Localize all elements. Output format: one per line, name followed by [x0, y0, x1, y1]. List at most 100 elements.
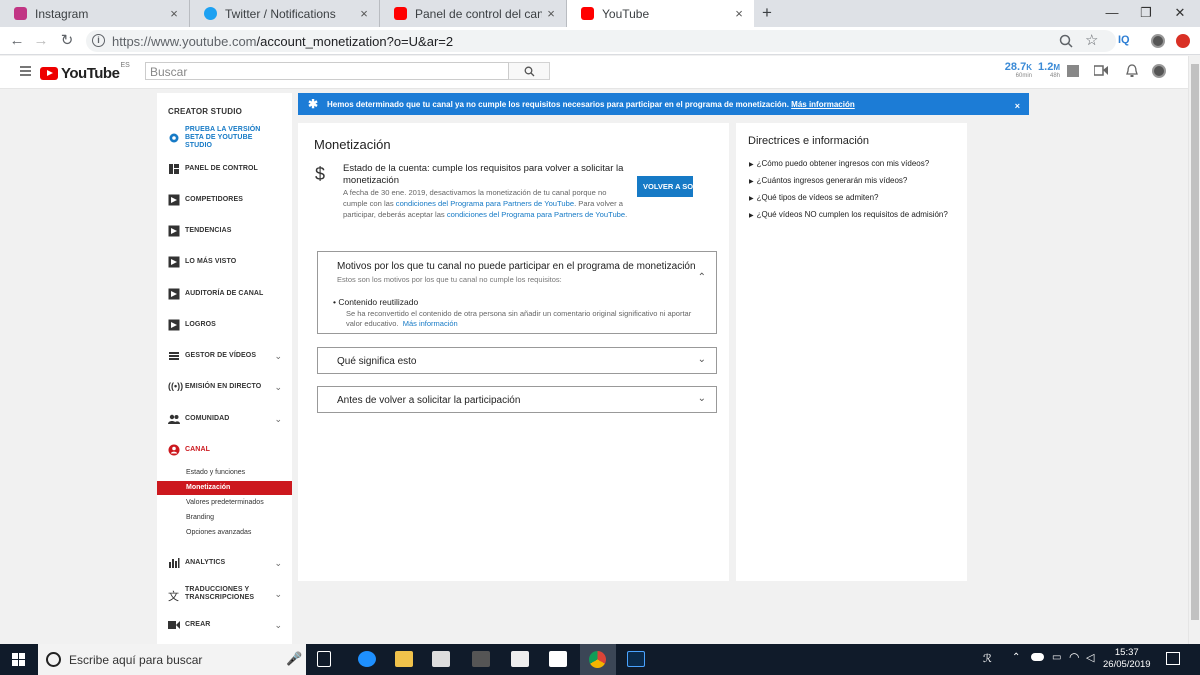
chevron-down-icon[interactable]: ⌄: [274, 382, 282, 393]
analytics-icon: [169, 558, 180, 568]
wifi-icon[interactable]: ◠: [1069, 650, 1079, 664]
upload-video-icon[interactable]: [1094, 65, 1108, 76]
defender-icon[interactable]: [549, 651, 567, 667]
close-tab-icon[interactable]: ×: [165, 6, 183, 21]
mail-icon[interactable]: [511, 651, 529, 667]
sidebar-item-analytics[interactable]: ANALYTICS ⌄: [157, 553, 292, 573]
new-tab-button[interactable]: +: [762, 3, 772, 23]
before-reapplying-panel[interactable]: Antes de volver a solicitar la participa…: [317, 386, 717, 413]
chevron-down-icon[interactable]: ⌄: [274, 620, 282, 631]
search-button[interactable]: [509, 62, 550, 80]
guidelines-title: Directrices e información: [748, 135, 870, 147]
zoom-icon[interactable]: [1059, 34, 1073, 48]
sidebar-item-competitors[interactable]: COMPETIDORES: [157, 190, 292, 210]
iq-extension-icon[interactable]: IQ: [1118, 34, 1130, 46]
edge-icon[interactable]: [358, 651, 376, 667]
address-bar[interactable]: i https://www.youtube.com/account_moneti…: [86, 30, 1116, 52]
notifications-bell-icon[interactable]: [1126, 64, 1138, 77]
sidebar-item-studio-beta[interactable]: PRUEBA LA VERSIÓN BETA DE YOUTUBE STUDIO: [157, 126, 292, 149]
sidebar-subitem-branding[interactable]: Branding: [157, 511, 292, 525]
youtube-header: YouTube ES Buscar 28.7K 60min 1.2M 48h: [0, 56, 1188, 89]
analytics-icon[interactable]: [1067, 65, 1079, 77]
sidebar-subitem-advanced[interactable]: Opciones avanzadas: [157, 526, 292, 540]
reasons-panel[interactable]: Motivos por los que tu canal no puede pa…: [317, 251, 717, 334]
reload-icon[interactable]: ↻: [56, 31, 78, 51]
tab-youtube-studio[interactable]: Panel de control del canal - YouTu ×: [380, 0, 567, 27]
what-this-means-panel[interactable]: Qué significa esto ⌄: [317, 347, 717, 374]
info-icon[interactable]: i: [92, 34, 105, 47]
chevron-up-icon[interactable]: ⌃: [698, 272, 706, 283]
bookmark-star-icon[interactable]: ☆: [1085, 31, 1098, 49]
chevron-down-icon[interactable]: ⌄: [274, 589, 282, 600]
sidebar-item-achievements[interactable]: LOGROS: [157, 315, 292, 335]
chevron-down-icon[interactable]: ⌄: [274, 558, 282, 569]
guideline-link[interactable]: ▶ ¿Qué vídeos NO cumplen los requisitos d…: [749, 210, 948, 219]
store-icon[interactable]: [432, 651, 450, 667]
chevron-down-icon[interactable]: ⌄: [698, 393, 706, 404]
windows-start-icon[interactable]: [12, 653, 25, 666]
sidebar-item-community[interactable]: COMUNIDAD ⌄: [157, 409, 292, 429]
sidebar-item-live[interactable]: ((•)) EMISIÓN EN DIRECTO ⌄: [157, 377, 292, 397]
sidebar-item-create[interactable]: CREAR ⌄: [157, 615, 292, 635]
account-status-title: Estado de la cuenta: cumple los requisit…: [343, 163, 624, 186]
stat-48h: 1.2M 48h: [1038, 61, 1060, 80]
close-window-button[interactable]: ✕: [1158, 0, 1200, 27]
sidebar-item-video-manager[interactable]: GESTOR DE VÍDEOS ⌄: [157, 346, 292, 366]
tab-instagram[interactable]: Instagram ×: [0, 0, 190, 27]
notifications-icon[interactable]: [1166, 652, 1180, 665]
chevron-up-icon[interactable]: ⌃: [1012, 652, 1020, 663]
forward-icon[interactable]: →: [30, 31, 52, 51]
close-icon[interactable]: ×: [1015, 101, 1020, 111]
search-icon: [46, 652, 61, 667]
avatar[interactable]: [1152, 64, 1166, 78]
close-tab-icon[interactable]: ×: [542, 6, 560, 21]
search-input[interactable]: Buscar: [145, 62, 509, 80]
task-view-icon[interactable]: [317, 651, 331, 667]
chevron-down-icon[interactable]: ⌄: [274, 414, 282, 425]
page-scrollbar[interactable]: [1188, 56, 1200, 644]
chevron-down-icon[interactable]: ⌄: [698, 354, 706, 365]
chrome-taskbar-button[interactable]: [580, 644, 616, 675]
back-icon[interactable]: ←: [6, 31, 28, 51]
sidebar-item-translations[interactable]: 文 TRADUCCIONES Y TRANSCRIPCIONES ⌄: [157, 584, 292, 604]
sidebar-item-dashboard[interactable]: PANEL DE CONTROL: [157, 159, 292, 179]
menu-icon[interactable]: [20, 66, 31, 76]
tab-youtube[interactable]: YouTube ×: [567, 0, 754, 27]
profile-avatar-icon[interactable]: [1151, 34, 1165, 48]
sidebar-item-trends[interactable]: TENDENCIAS: [157, 221, 292, 241]
reapply-button[interactable]: VOLVER A SO: [637, 176, 693, 197]
sidebar-subitem-monetization[interactable]: Monetización: [157, 481, 292, 495]
partner-terms-link[interactable]: condiciones del Programa para Partners d…: [396, 199, 574, 208]
guideline-link[interactable]: ▶ ¿Qué tipos de vídeos se admiten?: [749, 193, 878, 202]
guideline-link[interactable]: ▶ ¿Cuántos ingresos generarán mis vídeos?: [749, 176, 907, 185]
microphone-icon[interactable]: 🎤: [286, 651, 302, 667]
guideline-link[interactable]: ▶ ¿Cómo puedo obtener ingresos con mis ví…: [749, 159, 929, 168]
vsco-icon[interactable]: [627, 651, 645, 667]
sidebar-item-most-viewed[interactable]: LO MÁS VISTO: [157, 252, 292, 272]
banner-more-info-link[interactable]: Más información: [791, 100, 855, 109]
extension-red-icon[interactable]: [1176, 34, 1190, 48]
volume-icon[interactable]: ◁: [1086, 651, 1094, 664]
sidebar-item-channel[interactable]: CANAL: [157, 440, 292, 460]
taskbar-clock[interactable]: 15:37 26/05/2019: [1103, 647, 1151, 671]
sidebar-subitem-defaults[interactable]: Valores predeterminados: [157, 496, 292, 510]
onedrive-icon[interactable]: [1031, 653, 1044, 661]
battery-icon[interactable]: ▭: [1052, 652, 1061, 663]
scrollbar-thumb[interactable]: [1191, 64, 1199, 620]
people-icon[interactable]: ℛ: [983, 652, 992, 665]
taskbar-search-input[interactable]: Escribe aquí para buscar 🎤: [38, 644, 306, 675]
chevron-down-icon[interactable]: ⌄: [274, 351, 282, 362]
file-explorer-icon[interactable]: [395, 651, 413, 667]
reason-more-info-link[interactable]: Más información: [403, 319, 458, 328]
youtube-logo[interactable]: YouTube ES: [40, 62, 130, 82]
close-tab-icon[interactable]: ×: [355, 6, 373, 21]
partner-terms-link[interactable]: condiciones del Programa para Partners d…: [447, 210, 625, 219]
browser-toolbar: ← → ↻ i https://www.youtube.com/account_…: [0, 27, 1200, 55]
sidebar-subitem-status[interactable]: Estado y funciones: [157, 466, 292, 480]
url-path: /account_monetization?o=U&ar=2: [256, 34, 454, 49]
tab-twitter[interactable]: Twitter / Notifications ×: [190, 0, 380, 27]
close-tab-icon[interactable]: ×: [730, 6, 748, 21]
community-icon: [168, 414, 180, 424]
notion-icon[interactable]: [472, 651, 490, 667]
sidebar-item-channel-audit[interactable]: AUDITORÍA DE CANAL: [157, 284, 292, 304]
